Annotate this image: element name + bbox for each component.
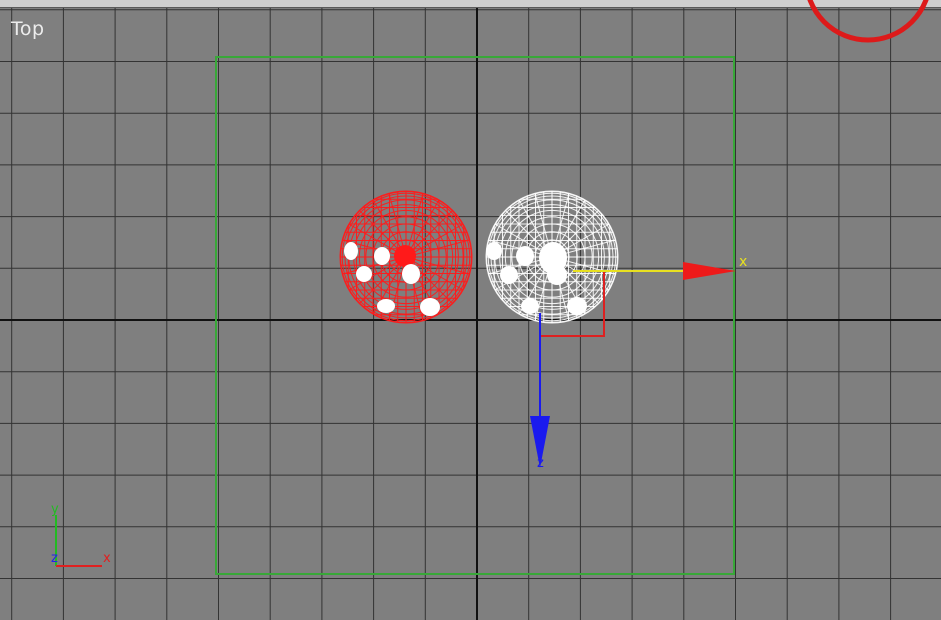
safe-frame: [215, 56, 735, 575]
sphere-white[interactable]: [485, 190, 619, 324]
viewport-canvas[interactable]: x z y x z: [0, 0, 941, 620]
tripod-z-label: z: [51, 551, 58, 566]
move-gizmo[interactable]: x z: [530, 254, 747, 471]
tripod-y-label: y: [51, 502, 59, 517]
tripod-x-label: x: [103, 551, 111, 566]
top-viewport[interactable]: x z y x z Top: [0, 0, 941, 620]
viewport-label[interactable]: Top: [11, 18, 45, 40]
highlight-ring: [807, 0, 929, 43]
grid: [0, 8, 941, 620]
gizmo-z-label: z: [537, 456, 544, 471]
axis-tripod: y x z: [51, 502, 111, 567]
gizmo-x-label: x: [739, 254, 747, 270]
sphere-red[interactable]: [339, 190, 473, 324]
gizmo-x-arrowhead[interactable]: [683, 262, 736, 280]
